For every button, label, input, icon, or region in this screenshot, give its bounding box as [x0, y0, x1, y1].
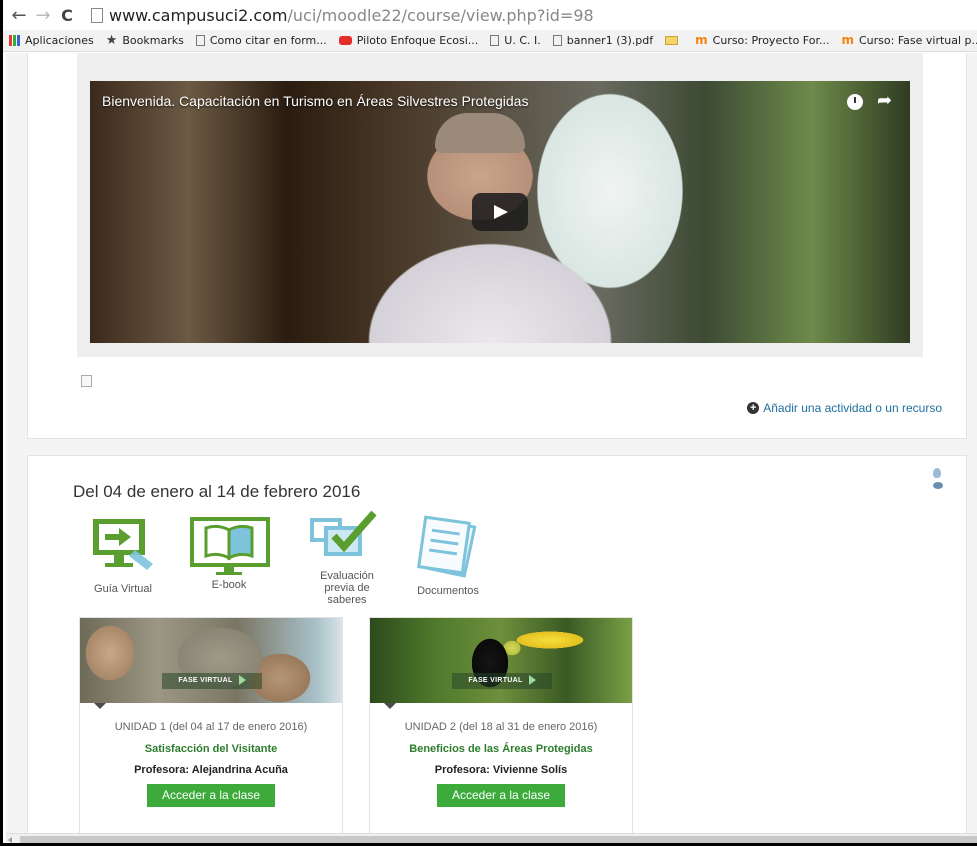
badge-label: FASE VIRTUAL [178, 677, 233, 684]
fase-virtual-badge: FASE VIRTUAL [452, 673, 552, 689]
unit-image: FASE VIRTUAL [370, 618, 632, 703]
bookmark-bookmarks[interactable]: ★ Bookmarks [106, 34, 184, 47]
folder-icon [665, 36, 679, 45]
url-path: /uci/moodle22/course/view.php?id=98 [287, 5, 594, 25]
bookmark-label: banner1 (3).pdf [566, 34, 654, 47]
unit-image: FASE VIRTUAL [80, 618, 342, 703]
page-icon [91, 7, 103, 23]
bookmark-label: Curso: Fase virtual p... [858, 34, 977, 47]
guia-virtual-tool[interactable]: Guía Virtual [83, 516, 163, 596]
video-player[interactable]: Bienvenida. Capacitación en Turismo en Á… [90, 81, 910, 343]
play-icon [238, 675, 246, 686]
professor-name: Profesora: Alejandrina Acuña [134, 764, 288, 776]
bookmark-curso-proyecto[interactable]: m Curso: Proyecto For... [695, 34, 829, 47]
page-content: Bienvenida. Capacitación en Turismo en Á… [6, 53, 977, 837]
moodle-icon: m [841, 33, 854, 47]
play-button[interactable] [472, 193, 528, 231]
fase-virtual-badge: FASE VIRTUAL [162, 673, 262, 689]
add-activity-link[interactable]: + Añadir una actividad o un recurso [747, 401, 942, 415]
bookmark-banner[interactable]: banner1 (3).pdf [552, 34, 654, 47]
bookmark-label: Piloto Enfoque Ecosi... [356, 34, 479, 47]
bookmarks-bar: Aplicaciones ★ Bookmarks Como citar en fo… [3, 30, 977, 52]
ebook-icon [190, 517, 270, 575]
back-button[interactable]: ← [9, 5, 29, 26]
url-host: www.campusuci2.com [109, 5, 288, 25]
eye-icon[interactable] [933, 482, 943, 489]
reload-button[interactable]: C [57, 5, 77, 25]
page-icon [195, 35, 205, 46]
checkmark-icon [310, 510, 377, 556]
section-title: Del 04 de enero al 14 de febrero 2016 [73, 482, 361, 501]
bookmark-label: U. C. I. [504, 34, 541, 47]
document-icon[interactable] [81, 375, 92, 387]
share-icon[interactable]: ➦ [877, 90, 892, 111]
course-title[interactable]: Beneficios de las Áreas Protegidas [370, 743, 632, 755]
course-section-intro: Bienvenida. Capacitación en Turismo en Á… [27, 53, 967, 439]
lightbulb-icon[interactable] [933, 468, 941, 478]
course-section-week: Del 04 de enero al 14 de febrero 2016 Gu… [27, 455, 967, 837]
bookmark-label: Curso: Proyecto For... [712, 34, 830, 47]
video-container: Bienvenida. Capacitación en Turismo en Á… [77, 53, 923, 357]
bookmark-folder[interactable] [665, 36, 683, 45]
monitor-arrow-icon [93, 519, 153, 570]
add-activity-label: Añadir una actividad o un recurso [763, 401, 942, 415]
evaluacion-label-1: Evaluación [320, 570, 374, 582]
documentos-label: Documentos [417, 585, 479, 597]
star-icon: ★ [105, 33, 118, 48]
browser-window: ← → C www.campusuci2.com/uci/moodle22/co… [0, 0, 977, 846]
documentos-tool[interactable]: Documentos [406, 512, 490, 602]
bookmark-label: Como citar en form... [209, 34, 327, 47]
unit-card: FASE VIRTUAL UNIDAD 1 (del 04 al 17 de e… [79, 617, 343, 837]
video-frame-detail [435, 113, 525, 153]
bookmark-uci[interactable]: U. C. I. [490, 34, 541, 47]
caret-icon [94, 703, 106, 709]
access-class-button[interactable]: Acceder a la clase [437, 784, 565, 807]
youtube-icon [338, 36, 352, 45]
caret-icon [384, 703, 396, 709]
ebook-label: E-book [211, 579, 247, 591]
scrollbar-thumb[interactable] [20, 836, 977, 843]
scroll-left-icon[interactable] [8, 837, 12, 843]
address-bar: ← → C www.campusuci2.com/uci/moodle22/co… [3, 0, 977, 30]
moodle-icon: m [695, 33, 708, 47]
unit-dates: UNIDAD 2 (del 18 al 31 de enero 2016) [404, 721, 598, 733]
play-icon [528, 675, 536, 686]
ebook-tool[interactable]: E-book [186, 516, 272, 596]
evaluacion-label-3: saberes [327, 594, 367, 606]
bookmark-piloto[interactable]: Piloto Enfoque Ecosi... [338, 34, 479, 47]
unit-card: FASE VIRTUAL UNIDAD 2 (del 18 al 31 de e… [369, 617, 633, 837]
bookmark-label: Aplicaciones [25, 34, 94, 47]
access-class-button[interactable]: Acceder a la clase [147, 784, 275, 807]
apps-icon [9, 35, 20, 46]
documents-icon [417, 515, 477, 578]
unit-dates: UNIDAD 1 (del 04 al 17 de enero 2016) [114, 721, 308, 733]
bookmark-label: Bookmarks [122, 34, 184, 47]
forward-button[interactable]: → [33, 5, 53, 26]
badge-label: FASE VIRTUAL [468, 677, 523, 684]
course-title[interactable]: Satisfacción del Visitante [80, 743, 342, 755]
guia-virtual-label: Guía Virtual [94, 583, 152, 595]
watch-later-icon[interactable] [847, 94, 863, 110]
page-icon [490, 35, 500, 46]
horizontal-scrollbar[interactable] [6, 833, 977, 843]
video-title[interactable]: Bienvenida. Capacitación en Turismo en Á… [102, 93, 528, 109]
bookmark-curso-fase[interactable]: m Curso: Fase virtual p... [841, 34, 977, 47]
url-field[interactable]: www.campusuci2.com/uci/moodle22/course/v… [109, 6, 594, 25]
bookmark-como-citar[interactable]: Como citar en form... [195, 34, 327, 47]
evaluacion-tool[interactable]: Evaluación previa de saberes [304, 510, 390, 610]
bookmark-aplicaciones[interactable]: Aplicaciones [9, 34, 94, 47]
plus-icon: + [747, 402, 760, 414]
evaluacion-label-2: previa de [324, 582, 370, 594]
professor-name: Profesora: Vivienne Solís [434, 764, 568, 776]
page-icon [552, 35, 562, 46]
